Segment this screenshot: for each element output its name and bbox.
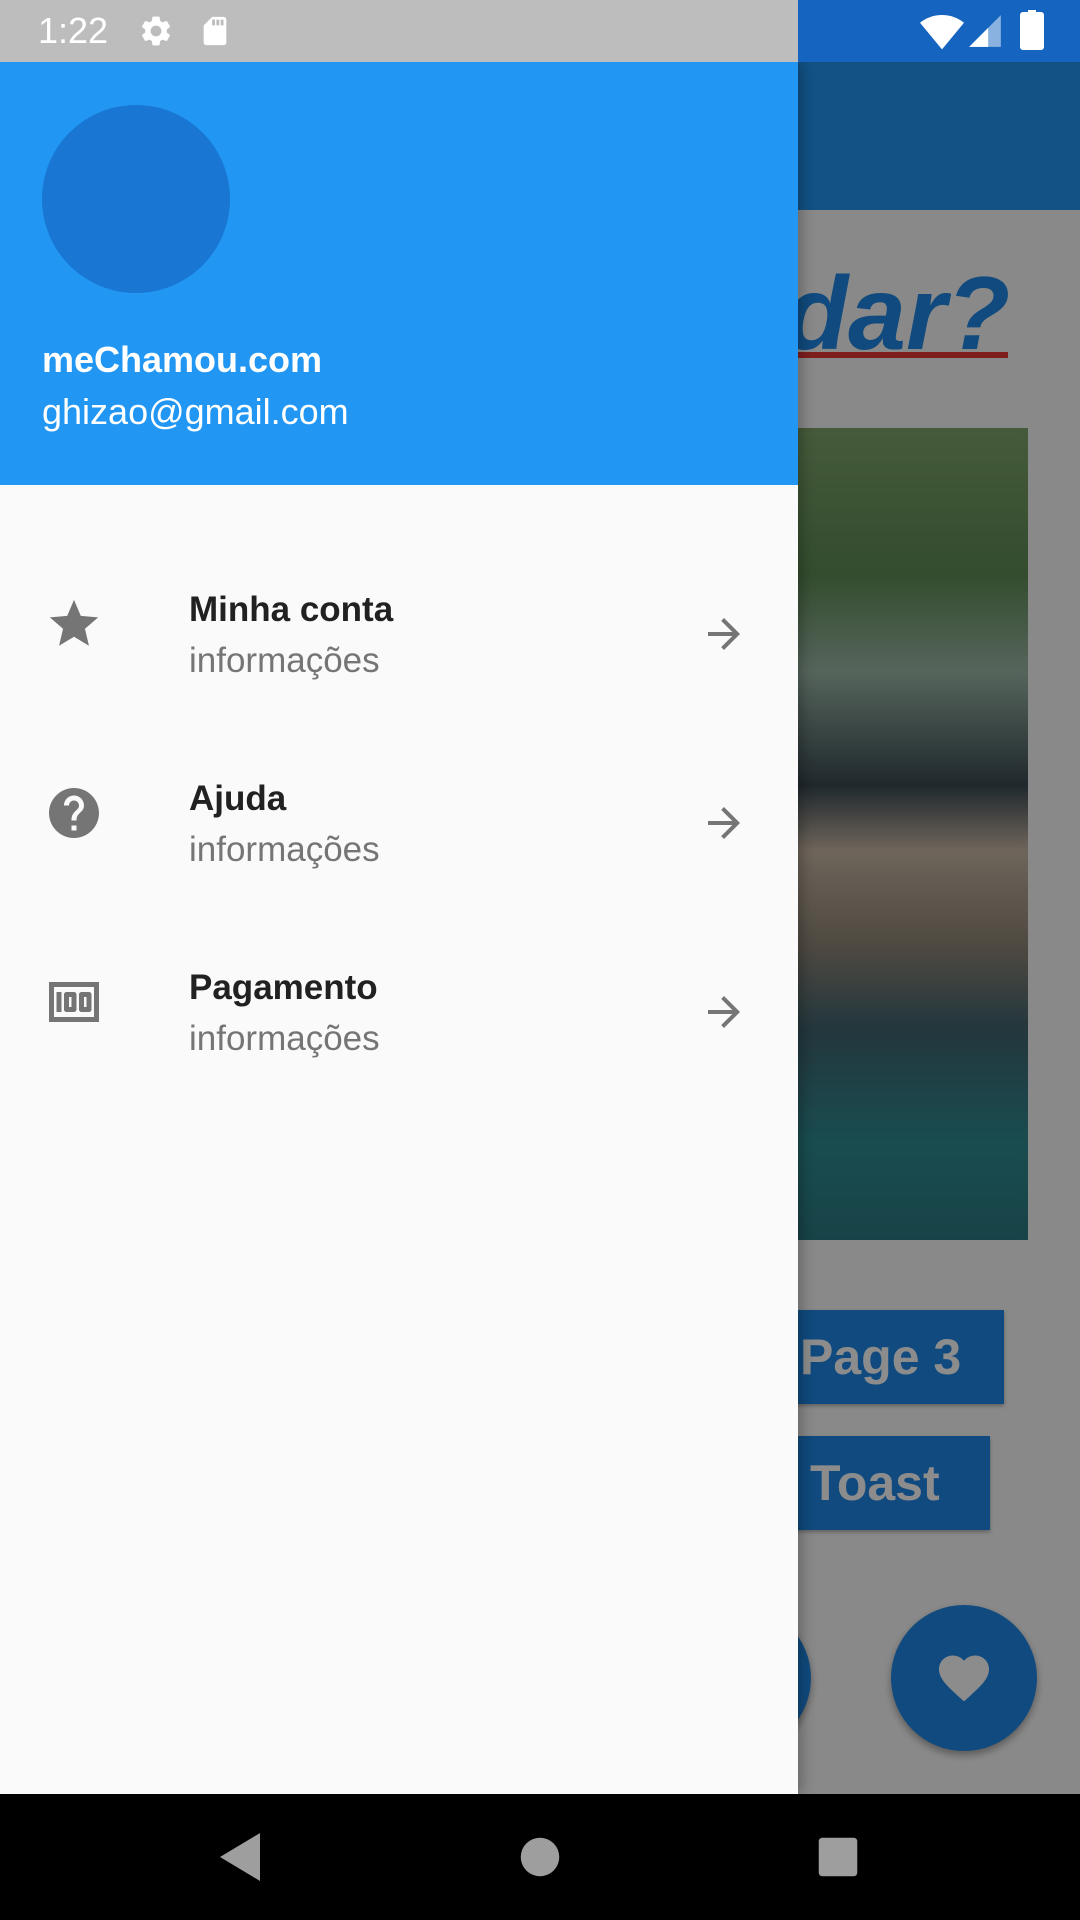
arrow-forward-icon	[708, 996, 740, 1028]
wifi-icon	[920, 15, 964, 50]
signal-icon	[969, 15, 1001, 47]
menu-item-pagamento[interactable]: Pagamento informações	[0, 918, 798, 1107]
money-icon	[44, 972, 104, 1032]
menu-item-ajuda[interactable]: Ajuda informações	[0, 729, 798, 918]
menu-item-title: Ajuda	[189, 779, 287, 818]
menu-item-title: Minha conta	[189, 590, 394, 629]
sd-card-icon	[203, 16, 227, 46]
back-button[interactable]	[210, 1827, 270, 1887]
status-bar-drawer-area	[0, 0, 798, 62]
drawer-header: meChamou.com ghizao@gmail.com	[0, 62, 798, 485]
navigation-bar	[0, 1794, 1080, 1920]
arrow-forward-icon	[708, 618, 740, 650]
account-email: ghizao@gmail.com	[42, 391, 349, 432]
status-time: 1:22	[38, 10, 109, 51]
account-name: meChamou.com	[42, 339, 323, 380]
help-icon	[44, 783, 104, 843]
navigation-drawer: meChamou.com ghizao@gmail.com Minha cont…	[0, 62, 798, 1794]
arrow-forward-icon	[708, 807, 740, 839]
menu-item-subtitle: informações	[189, 1019, 380, 1058]
home-icon	[520, 1837, 560, 1877]
avatar[interactable]	[42, 105, 230, 293]
home-button[interactable]	[510, 1827, 570, 1887]
recents-button[interactable]	[808, 1827, 868, 1887]
recents-icon	[818, 1837, 858, 1877]
menu-item-subtitle: informações	[189, 830, 380, 869]
settings-icon	[141, 16, 171, 46]
battery-icon	[1020, 10, 1044, 50]
star-icon	[44, 594, 104, 654]
menu-item-minha-conta[interactable]: Minha conta informações	[0, 540, 798, 729]
menu-item-subtitle: informações	[189, 641, 380, 680]
menu-item-title: Pagamento	[189, 968, 378, 1007]
back-icon	[220, 1833, 260, 1881]
